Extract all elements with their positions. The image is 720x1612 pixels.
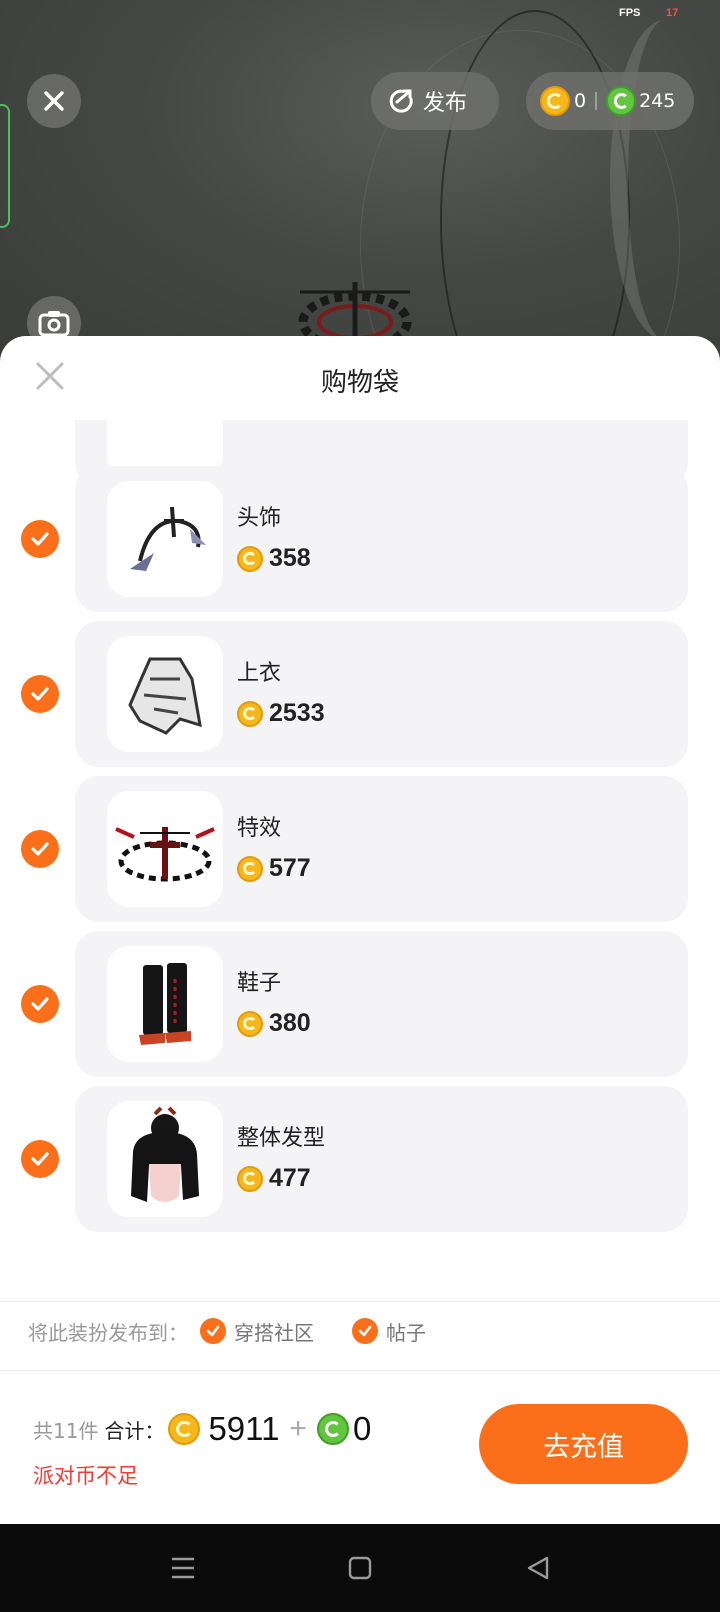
gold-coin-icon — [237, 1165, 263, 1192]
headwear-image — [130, 506, 206, 571]
check-icon — [31, 532, 49, 546]
close-icon — [44, 91, 64, 111]
item-thumbnail — [107, 481, 223, 597]
checkout-footer: 共11件 合计： 5911 + 0 派对币不足 去充值 — [0, 1366, 720, 1516]
cart-item-list[interactable]: 头饰 358 上衣 2533 特效 577 鞋子 380 整体发型 477 — [0, 420, 720, 1290]
item-name: 上衣 — [237, 661, 282, 686]
item-card[interactable]: 上衣 2533 — [75, 621, 688, 767]
close-editor-button[interactable] — [27, 74, 81, 128]
green-balance: 245 — [639, 90, 676, 112]
gold-coin-icon — [237, 545, 263, 572]
shopping-bag-sheet: 购物袋 头饰 358 上衣 2533 特效 577 鞋子 380 整体发型 47… — [0, 336, 720, 1524]
publish-option-post[interactable]: 帖子 — [352, 1317, 426, 1346]
publish-label: 发布 — [423, 91, 468, 116]
plus-sign: + — [289, 1412, 307, 1445]
item-thumbnail — [107, 791, 223, 907]
divider — [595, 92, 598, 110]
item-checkbox[interactable] — [21, 985, 59, 1023]
publish-to-label: 将此装扮发布到： — [28, 1320, 188, 1345]
system-nav-bar — [0, 1524, 720, 1612]
item-price-value: 577 — [269, 854, 311, 882]
check-icon — [31, 687, 49, 701]
item-count: 共11件 — [33, 1418, 99, 1443]
shoes-image — [139, 963, 191, 1045]
item-thumbnail — [107, 946, 223, 1062]
game-scene-background — [0, 0, 720, 360]
item-checkbox[interactable] — [21, 830, 59, 868]
fps-value: 17 — [666, 7, 679, 19]
green-coin-icon — [606, 86, 637, 116]
publish-option-label: 帖子 — [386, 1320, 426, 1345]
check-icon — [31, 842, 49, 856]
item-price-value: 477 — [269, 1164, 311, 1192]
nav-back-button[interactable] — [518, 1552, 558, 1584]
item-card[interactable]: 头饰 358 — [75, 466, 688, 612]
list-item[interactable]: 上衣 2533 — [0, 621, 720, 767]
currency-balance[interactable]: 0 245 — [526, 72, 694, 130]
effect-image — [115, 827, 215, 882]
nav-home-button[interactable] — [340, 1552, 380, 1584]
item-price-value: 2533 — [269, 699, 325, 727]
recharge-button[interactable]: 去充值 — [479, 1404, 688, 1484]
home-icon — [348, 1556, 372, 1580]
camera-icon — [38, 311, 70, 337]
total-label: 合计： — [104, 1418, 165, 1443]
back-icon — [527, 1556, 549, 1580]
list-item[interactable]: 鞋子 380 — [0, 931, 720, 1077]
gold-balance: 0 — [574, 90, 587, 112]
gold-coin-icon — [237, 1010, 263, 1037]
gold-total: 5911 — [208, 1410, 280, 1447]
publish-destination-row: 将此装扮发布到： 穿搭社区 帖子 — [0, 1302, 720, 1360]
menu-icon — [172, 1557, 194, 1579]
item-checkbox[interactable] — [21, 520, 59, 558]
gold-coin-icon — [168, 1413, 201, 1445]
list-item[interactable]: 特效 577 — [0, 776, 720, 922]
item-price: 2533 — [237, 699, 325, 728]
side-drawer-handle[interactable] — [0, 104, 10, 228]
green-coin-icon — [316, 1413, 349, 1445]
item-name: 鞋子 — [237, 971, 282, 996]
list-item[interactable]: 头饰 358 — [0, 466, 720, 612]
check-icon — [200, 1318, 226, 1344]
fps-label: FPS — [619, 7, 641, 19]
item-checkbox[interactable] — [21, 1140, 59, 1178]
gold-coin-icon — [237, 855, 263, 882]
list-item[interactable]: 整体发型 477 — [0, 1086, 720, 1232]
item-price: 380 — [237, 1009, 311, 1038]
item-thumbnail — [107, 1101, 223, 1217]
item-checkbox[interactable] — [21, 675, 59, 713]
item-card[interactable]: 整体发型 477 — [75, 1086, 688, 1232]
hairstyle-image — [131, 1106, 199, 1202]
insufficient-funds-warning: 派对币不足 — [33, 1464, 138, 1488]
item-price-value: 358 — [269, 544, 311, 572]
total-summary: 共11件 合计： 5911 + 0 — [33, 1410, 371, 1448]
item-name: 特效 — [237, 816, 282, 841]
publish-icon — [389, 89, 413, 113]
publish-button[interactable]: 发布 — [371, 72, 499, 130]
item-price: 477 — [237, 1164, 311, 1193]
item-price: 577 — [237, 854, 311, 883]
publish-option-label: 穿搭社区 — [234, 1320, 314, 1345]
check-icon — [31, 1152, 49, 1166]
item-card[interactable]: 鞋子 380 — [75, 931, 688, 1077]
item-name: 头饰 — [237, 506, 282, 531]
item-price: 358 — [237, 544, 311, 573]
gold-coin-icon — [237, 700, 263, 727]
check-icon — [352, 1318, 378, 1344]
gold-coin-icon — [540, 86, 570, 116]
top-garment-image — [128, 657, 202, 735]
sheet-title: 购物袋 — [320, 368, 399, 398]
item-thumbnail — [107, 636, 223, 752]
publish-option-outfit-community[interactable]: 穿搭社区 — [200, 1317, 314, 1346]
item-price-value: 380 — [269, 1009, 311, 1037]
green-total: 0 — [352, 1410, 372, 1447]
nav-menu-button[interactable] — [163, 1552, 203, 1584]
item-name: 整体发型 — [237, 1126, 326, 1151]
item-card[interactable]: 特效 577 — [75, 776, 688, 922]
scene-decoration — [610, 20, 720, 340]
check-icon — [31, 997, 49, 1011]
